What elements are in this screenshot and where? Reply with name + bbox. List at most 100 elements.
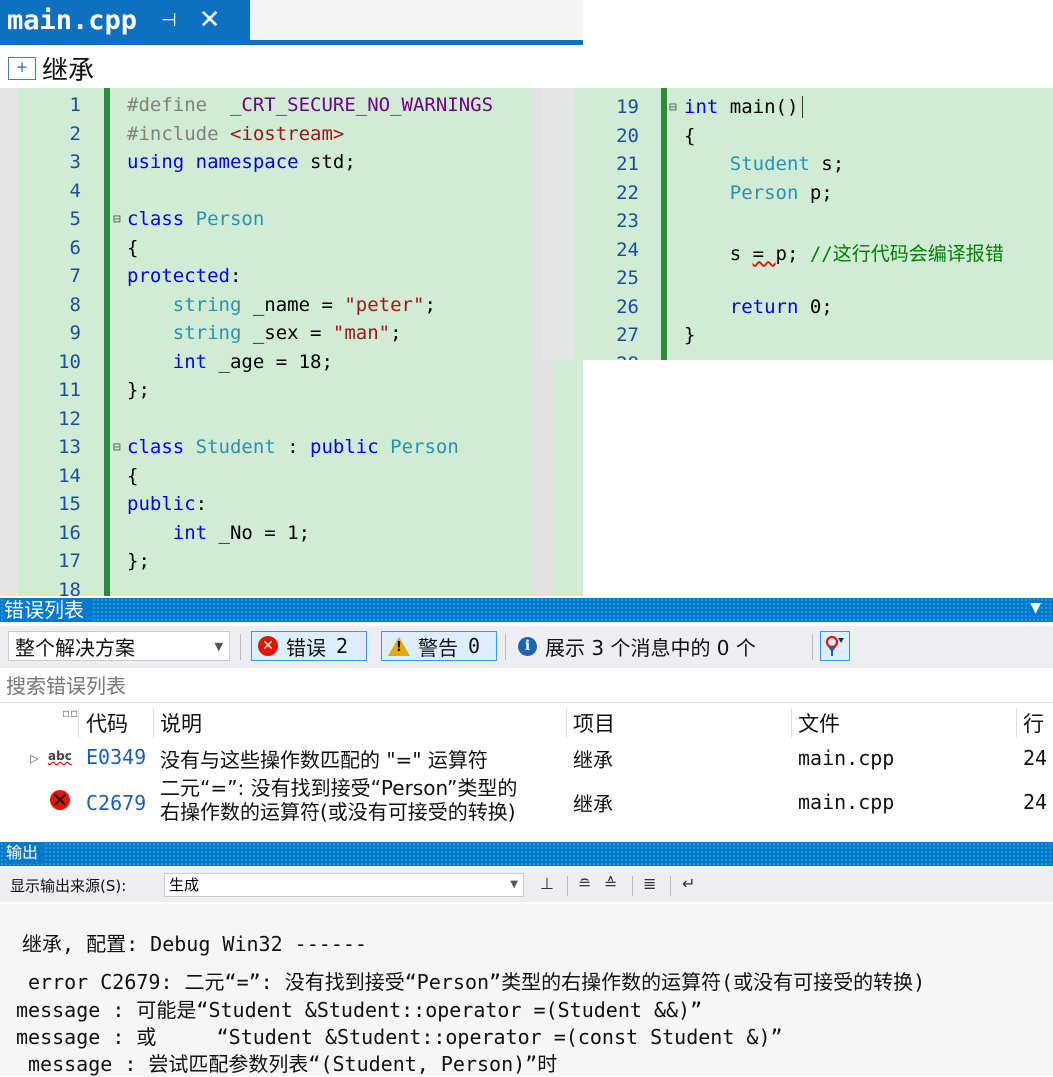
code-line[interactable]: 14 { — [0, 465, 583, 493]
error-description-line-1: 二元“=”: 没有找到接受“Person”类型的 — [160, 776, 518, 800]
code-line[interactable]: 5 ⊟ class Person — [0, 208, 583, 236]
line-number: 4 — [69, 179, 81, 202]
code-pane-right[interactable]: 19 ⊟ int main() 20{21 Student s; 22 Person … — [541, 88, 1053, 360]
warnings-filter-button[interactable]: ! 警告 0 — [381, 631, 497, 661]
code-token: namespace — [195, 151, 311, 173]
table-row[interactable]: ▷ abc E0349 没有与这些操作数匹配的 "=" 运算符 继承 main.… — [0, 740, 1053, 774]
errors-label: 错误 — [286, 635, 326, 660]
code-line[interactable]: 6{ — [0, 237, 583, 265]
column-header-file[interactable]: 文件 — [798, 708, 840, 738]
toolbar-separator — [670, 876, 671, 896]
error-list-header: 错误列表 ▼ — [0, 598, 1053, 622]
messages-label: 展示 3 个消息中的 0 个 — [545, 635, 756, 660]
column-separator[interactable] — [1016, 708, 1017, 738]
code-line[interactable]: 18 — [0, 579, 583, 597]
code-token: class — [127, 436, 196, 458]
code-token: 0; — [809, 295, 833, 318]
code-token: { — [127, 236, 139, 259]
errors-filter-button[interactable]: ✕ 错误 2 — [251, 631, 367, 661]
code-line[interactable]: 27} — [541, 324, 1053, 352]
column-separator[interactable] — [566, 708, 567, 738]
error-project: 继承 — [573, 748, 613, 772]
search-error-list-input[interactable] — [6, 672, 1006, 700]
error-icon: ✕ — [50, 788, 70, 812]
intellisense-abc-icon: abc — [48, 749, 72, 763]
code-line[interactable]: 17}; — [0, 550, 583, 578]
column-separator[interactable] — [791, 708, 792, 738]
line-number: 8 — [69, 293, 81, 316]
line-number: 27 — [616, 324, 639, 346]
code-line[interactable]: 15 public: — [0, 493, 583, 521]
pin-icon[interactable]: ⊣ — [161, 10, 177, 31]
line-number: 19 — [616, 96, 639, 118]
code-line[interactable]: 16 int _No = 1; — [0, 522, 583, 550]
code-line[interactable]: 25 — [541, 267, 1053, 295]
code-line[interactable]: 1 #define _CRT_SECURE_NO_WARNINGS — [0, 94, 583, 122]
code-line[interactable]: 8 string _name = "peter"; — [0, 294, 583, 322]
code-token: ; — [390, 322, 402, 344]
code-line[interactable]: 4 — [0, 180, 583, 208]
sort-indicator-icon[interactable]: ▫▫ — [62, 706, 78, 720]
code-line[interactable]: 21 Student s; — [541, 153, 1053, 181]
column-header-description[interactable]: 说明 — [160, 708, 202, 738]
error-list-toolbar: 整个解决方案 ▼ ✕ 错误 2 ! 警告 0 i 展示 3 个消息中的 0 个 — [0, 626, 1053, 668]
column-header-line[interactable]: 行 — [1023, 708, 1044, 738]
tab-title: main.cpp — [7, 4, 138, 36]
filter-button[interactable] — [820, 631, 850, 661]
dropdown-arrow-icon[interactable]: ▼ — [1030, 600, 1041, 616]
code-line[interactable]: 12 — [0, 408, 583, 436]
code-text: { — [127, 465, 138, 487]
output-text-area[interactable]: 继承, 配置: Debug Win32 ------ error C2679: … — [0, 904, 1053, 1076]
table-row[interactable]: ✕ C2679 二元“=”: 没有找到接受“Person”类型的 右操作数的运算… — [0, 774, 1053, 830]
output-title: 输出 — [6, 842, 45, 864]
column-separator[interactable] — [153, 708, 154, 738]
code-line[interactable]: 26 return 0; — [541, 296, 1053, 324]
project-icon: + — [8, 56, 36, 80]
output-source-dropdown[interactable]: 生成 ▼ — [164, 873, 524, 897]
error-line: 24 — [1023, 746, 1048, 770]
code-line[interactable]: 9 string _sex = "man"; — [0, 322, 583, 350]
previous-message-icon[interactable]: ≘ — [578, 874, 591, 893]
code-line[interactable]: 24 s = p; //这行代码会编译报错 — [541, 239, 1053, 267]
errors-count: 2 — [336, 634, 349, 658]
collapse-icon[interactable]: ⊟ — [669, 100, 677, 115]
code-token: <iostream> — [229, 122, 345, 145]
code-line[interactable]: 13 ⊟ class Student : public Person — [0, 436, 583, 464]
code-line[interactable]: 28 — [541, 353, 1053, 361]
output-line: message : 尝试匹配参数列表“(Student, Person)”时 — [28, 1052, 558, 1076]
error-code-link[interactable]: C2679 — [86, 791, 146, 815]
code-pane-left[interactable]: 1 #define _CRT_SECURE_NO_WARNINGS 2 #includ… — [0, 88, 583, 596]
code-token: string — [127, 293, 253, 316]
line-number: 21 — [616, 153, 639, 175]
scope-dropdown[interactable]: 整个解决方案 ▼ — [8, 631, 230, 661]
column-separator[interactable] — [78, 708, 79, 738]
error-table: ▫▫ 代码 说明 项目 文件 行 ▷ abc E0349 没有与这些操作数匹配的… — [0, 704, 1053, 834]
code-line[interactable]: 22 Person p; — [541, 182, 1053, 210]
code-line[interactable]: 11}; — [0, 379, 583, 407]
code-line[interactable]: 23 — [541, 210, 1053, 238]
close-icon[interactable]: ✕ — [199, 5, 221, 35]
tab-main-cpp[interactable]: main.cpp ⊣ ✕ — [0, 0, 250, 40]
messages-filter-button[interactable]: i 展示 3 个消息中的 0 个 — [514, 631, 808, 661]
collapse-icon[interactable]: ⊟ — [113, 440, 121, 455]
text-caret — [802, 96, 815, 118]
column-header-project[interactable]: 项目 — [573, 708, 615, 738]
error-code-link[interactable]: E0349 — [86, 745, 146, 769]
code-line[interactable]: 19 ⊟ int main() — [541, 96, 1053, 124]
column-header-code[interactable]: 代码 — [86, 708, 128, 738]
code-line[interactable]: 10 int _age = 18; — [0, 351, 583, 379]
error-icon: ✕ — [258, 636, 278, 656]
code-line[interactable]: 2 #include <iostream> — [0, 123, 583, 151]
clear-all-icon[interactable]: ≣ — [643, 874, 656, 893]
next-message-icon[interactable]: ≙ — [604, 874, 617, 893]
find-message-icon[interactable]: ⊥ — [540, 874, 554, 893]
expand-icon[interactable]: ▷ — [30, 752, 38, 765]
code-line[interactable]: 20 { — [541, 125, 1053, 153]
editor-tab-bar: main.cpp ⊣ ✕ — [0, 0, 583, 46]
warning-icon: ! — [388, 636, 410, 656]
word-wrap-icon[interactable]: ↵ — [682, 874, 695, 893]
code-line[interactable]: 3 using namespace std; — [0, 151, 583, 179]
collapse-icon[interactable]: ⊟ — [113, 212, 121, 227]
code-line[interactable]: 7 protected: — [0, 265, 583, 293]
project-navigation-bar[interactable]: + 继承 — [0, 50, 94, 86]
